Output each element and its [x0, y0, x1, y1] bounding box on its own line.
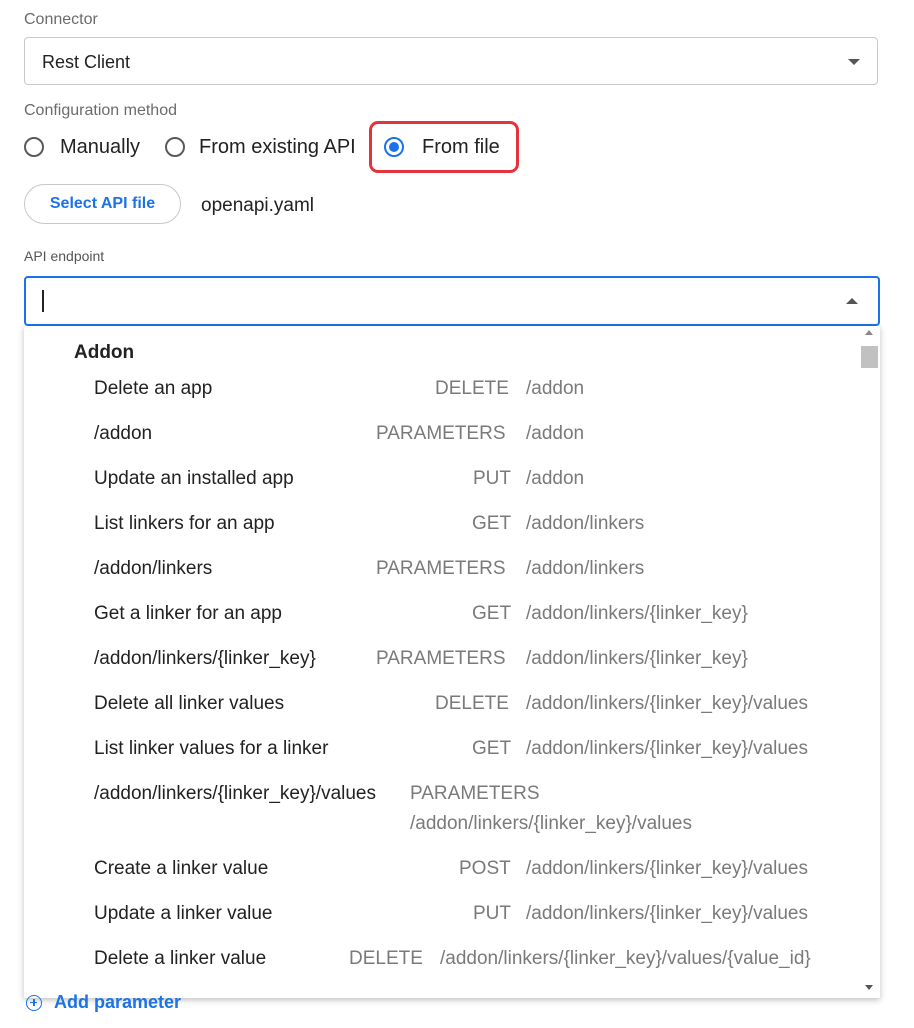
radio-from-existing-api[interactable]: From existing API [165, 133, 356, 161]
option-path: /addon/linkers/{linker_key} [526, 648, 748, 669]
option-method: POST [459, 858, 511, 879]
api-endpoint-input[interactable] [24, 276, 880, 326]
option-method: DELETE [435, 378, 509, 399]
option-name: /addon/linkers/{linker_key}/values [94, 783, 377, 804]
plus-circle-icon [26, 994, 42, 1011]
option-method: GET [472, 513, 512, 534]
option-path: /addon/linkers/{linker_key}/values [410, 813, 693, 834]
option-path: /addon/linkers [526, 513, 645, 534]
option-method: PUT [473, 903, 511, 924]
connector-select[interactable]: Rest Client [24, 37, 878, 85]
option-name: /addon/linkers [94, 558, 213, 579]
option-method: PARAMETERS [376, 423, 506, 444]
option-name: Delete an app [94, 378, 213, 399]
endpoint-dropdown-list: Addon Delete an app DELETE /addon /addon… [24, 326, 880, 998]
option-name: List linker values for a linker [94, 738, 329, 759]
option-path: /addon/linkers/{linker_key}/values [526, 693, 809, 714]
option-name: Get a linker for an app [94, 603, 282, 624]
option-method: DELETE [435, 693, 509, 714]
option-path: /addon/linkers/{linker_key} [526, 603, 748, 624]
highlight-box [369, 121, 519, 173]
option-method: GET [472, 603, 512, 624]
option-path: /addon [526, 423, 585, 444]
option-path: /addon/linkers/{linker_key}/values/{valu… [440, 948, 811, 969]
config-method-label: Configuration method [24, 102, 177, 119]
radio-circle-icon [165, 137, 185, 157]
api-endpoint-label: API endpoint [24, 248, 105, 264]
connector-label: Connector [24, 11, 98, 28]
group-title: Addon [74, 342, 135, 363]
option-method: PARAMETERS [410, 783, 540, 804]
add-parameter-button[interactable]: Add parameter [26, 992, 181, 1013]
chevron-up-icon[interactable] [846, 298, 858, 304]
option-method: PUT [473, 468, 511, 489]
option-name: /addon/linkers/{linker_key} [94, 648, 316, 669]
option-name: Delete a linker value [94, 948, 267, 969]
scrollbar-thumb[interactable] [861, 346, 878, 368]
option-path: /addon/linkers/{linker_key}/values [526, 858, 809, 879]
selected-file-name: openapi.yaml [201, 195, 315, 216]
option-method: GET [472, 738, 512, 759]
option-name: Create a linker value [94, 858, 269, 879]
option-name: Update a linker value [94, 903, 273, 924]
radio-manually-label: Manually [60, 135, 141, 158]
radio-from-existing-api-label: From existing API [199, 135, 356, 158]
scroll-up-arrow-icon[interactable] [865, 330, 873, 335]
option-method: PARAMETERS [376, 648, 506, 669]
chevron-down-icon [848, 59, 860, 65]
radio-circle-icon [24, 137, 44, 157]
scroll-down-arrow-icon[interactable] [865, 985, 873, 990]
option-path: /addon/linkers/{linker_key}/values [526, 903, 809, 924]
select-api-file-button[interactable]: Select API file [24, 184, 181, 224]
option-path: /addon [526, 378, 585, 399]
option-method: PARAMETERS [376, 558, 506, 579]
dropdown-scrollbar[interactable] [861, 326, 878, 998]
option-name: Update an installed app [94, 468, 294, 489]
option-method: DELETE [349, 948, 423, 969]
option-path: /addon [526, 468, 585, 489]
text-cursor [42, 290, 44, 312]
option-name: List linkers for an app [94, 513, 275, 534]
radio-manually[interactable]: Manually [24, 133, 140, 161]
option-name: Delete all linker values [94, 693, 285, 714]
option-path: /addon/linkers/{linker_key}/values [526, 738, 809, 759]
add-parameter-label: Add parameter [54, 992, 182, 1012]
option-name: /addon [94, 423, 153, 444]
connector-value: Rest Client [42, 52, 131, 72]
option-path: /addon/linkers [526, 558, 645, 579]
